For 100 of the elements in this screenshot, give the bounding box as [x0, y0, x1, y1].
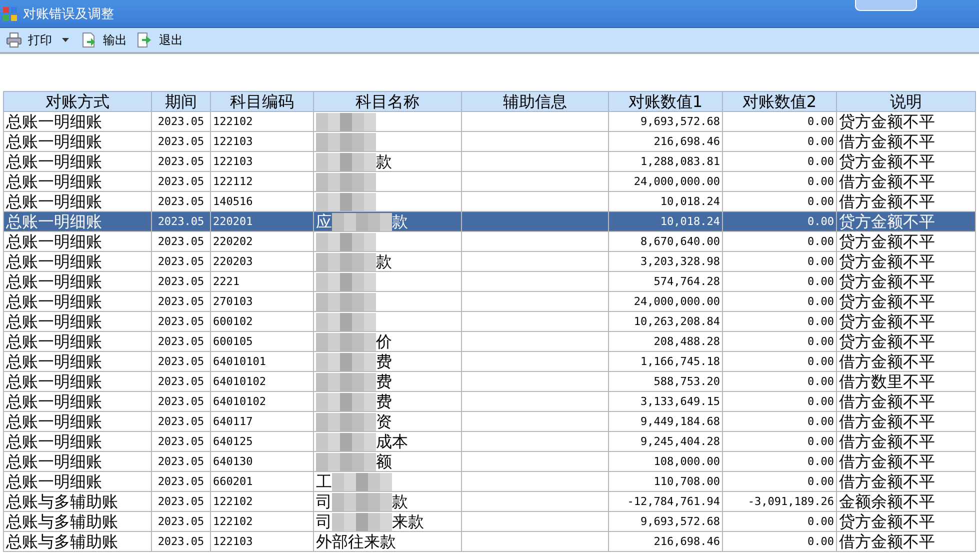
table-cell: 贷方金额不平	[836, 112, 976, 132]
cell-text: 应	[316, 212, 332, 230]
app-grid-icon	[2, 6, 18, 22]
table-row[interactable]: 总账一明细账 2023.05 2221 574,764.28 0.00 贷方金额不平	[4, 272, 976, 292]
table-cell: 122102	[210, 512, 314, 532]
table-cell: 3,133,649.15	[608, 392, 722, 412]
table-cell: 金额余额不平	[836, 492, 976, 512]
table-cell: 216,698.46	[608, 132, 722, 152]
table-cell: 0.00	[722, 392, 836, 412]
table-cell: -12,784,761.94	[608, 492, 722, 512]
table-cell: 2023.05	[152, 412, 210, 432]
mosaic-blur	[332, 472, 392, 490]
cell-text: 来款	[392, 512, 424, 530]
table-cell: 2023.05	[152, 232, 210, 252]
table-row[interactable]: 总账一明细账 2023.05 122103 216,698.46 0.00 借方金额不平	[4, 132, 976, 152]
mosaic-blur	[316, 252, 376, 270]
table-cell: 贷方金额不平	[836, 232, 976, 252]
column-header[interactable]: 科目编码	[210, 92, 314, 112]
table-row[interactable]: 总账一明细账 2023.05 600102 10,263,208.84 0.00 贷方金额不平	[4, 312, 976, 332]
table-cell: 2023.05	[152, 252, 210, 272]
table-cell: 640125	[210, 432, 314, 452]
table-cell: 2023.05	[152, 472, 210, 492]
table-cell: 2023.05	[152, 372, 210, 392]
table-cell: 1,288,083.81	[608, 152, 722, 172]
table-cell: 9,245,404.28	[608, 432, 722, 452]
table-row[interactable]: 总账与多辅助账 2023.05 122102 司 款 -12,784,761.94 -3,091,189.26 金额余额不平	[4, 492, 976, 512]
table-cell: 贷方金额不平	[836, 152, 976, 172]
table-row[interactable]: 总账一明细账 2023.05 64010101 费 1,166,745.18 0.00 借方金额不平	[4, 352, 976, 372]
table-cell: 贷方金额不平	[836, 512, 976, 532]
table-cell: 3,203,328.98	[608, 252, 722, 272]
export-button[interactable]: 输出	[77, 32, 131, 48]
mosaic-blur	[332, 492, 392, 510]
table-cell: 0.00	[722, 232, 836, 252]
table-row[interactable]: 总账一明细账 2023.05 660201 工 110,708.00 0.00 借方金额不平	[4, 472, 976, 492]
table-cell: 64010102	[210, 392, 314, 412]
table-row[interactable]: 总账与多辅助账 2023.05 122103 外部往来款 216,698.46 0.00 借方金额不平	[4, 532, 976, 552]
table-cell: 总账一明细账	[4, 132, 152, 152]
table-row[interactable]: 总账一明细账 2023.05 640117 资 9,449,184.68 0.00 借方金额不平	[4, 412, 976, 432]
window-grip-handle[interactable]	[855, 0, 917, 11]
table-cell: 122103	[210, 132, 314, 152]
column-header[interactable]: 科目名称	[314, 92, 462, 112]
cell-text: 款	[392, 492, 408, 510]
table-row[interactable]: 总账一明细账 2023.05 122112 24,000,000.00 0.00 借方金额不平	[4, 172, 976, 192]
table-row[interactable]: 总账一明细账 2023.05 220203 款 3,203,328.98 0.00 贷方金额不平	[4, 252, 976, 272]
table-row[interactable]: 总账一明细账 2023.05 122103 款 1,288,083.81 0.00 贷方金额不平	[4, 152, 976, 172]
table-cell: 2023.05	[152, 532, 210, 552]
table-cell: 216,698.46	[608, 532, 722, 552]
table-cell: 660201	[210, 472, 314, 492]
table-cell: 总账一明细账	[4, 212, 152, 232]
table-cell: 总账一明细账	[4, 472, 152, 492]
cell-text: 费	[376, 392, 392, 410]
column-header[interactable]: 对账数值2	[722, 92, 836, 112]
table-cell: 总账一明细账	[4, 432, 152, 452]
table-row[interactable]: 总账一明细账 2023.05 64010102 费 3,133,649.15 0.00 借方金额不平	[4, 392, 976, 412]
table-cell: 0.00	[722, 372, 836, 392]
cell-text: 资	[376, 412, 392, 430]
window-title: 对账错误及调整	[23, 6, 114, 22]
column-header[interactable]: 对账数值1	[608, 92, 722, 112]
exit-button[interactable]: 退出	[133, 32, 187, 48]
column-header[interactable]: 说明	[836, 92, 976, 112]
cell-text: 款	[376, 152, 392, 170]
table-cell: 600102	[210, 312, 314, 332]
table-cell: 24,000,000.00	[608, 172, 722, 192]
table-cell: 2023.05	[152, 172, 210, 192]
table-cell: 借方金额不平	[836, 452, 976, 472]
table-cell: 2023.05	[152, 312, 210, 332]
column-header[interactable]: 对账方式	[4, 92, 152, 112]
table-cell: 0.00	[722, 472, 836, 492]
table-row[interactable]: 总账一明细账 2023.05 64010102 费 588,753.20 0.00 借方数里不平	[4, 372, 976, 392]
table-cell: 贷方金额不平	[836, 332, 976, 352]
table-cell: 总账一明细账	[4, 392, 152, 412]
table-cell: 0.00	[722, 212, 836, 232]
table-cell: 1,166,745.18	[608, 352, 722, 372]
table-cell: 0.00	[722, 132, 836, 152]
table-cell: 122103	[210, 532, 314, 552]
mosaic-blur	[316, 292, 376, 310]
table-cell: 0.00	[722, 112, 836, 132]
cell-text: 司	[316, 512, 332, 530]
mosaic-blur	[316, 392, 376, 410]
mosaic-blur	[316, 372, 376, 390]
table-cell: 总账一明细账	[4, 112, 152, 132]
table-cell: 220203	[210, 252, 314, 272]
table-row[interactable]: 总账一明细账 2023.05 220201 应 款 10,018.24 0.00 贷方金额不平	[4, 212, 976, 232]
column-header[interactable]: 辅助信息	[462, 92, 608, 112]
table-row[interactable]: 总账与多辅助账 2023.05 122102 司 来款 9,693,572.68 0.00 贷方金额不平	[4, 512, 976, 532]
table-row[interactable]: 总账一明细账 2023.05 220202 8,670,640.00 0.00 贷方金额不平	[4, 232, 976, 252]
table-row[interactable]: 总账一明细账 2023.05 600105 价 208,488.28 0.00 贷方金额不平	[4, 332, 976, 352]
table-row[interactable]: 总账一明细账 2023.05 640125 成本 9,245,404.28 0.00 借方金额不平	[4, 432, 976, 452]
table-cell: 总账与多辅助账	[4, 512, 152, 532]
cell-text: 成本	[376, 432, 408, 450]
table-row[interactable]: 总账一明细账 2023.05 122102 9,693,572.68 0.00 贷方金额不平	[4, 112, 976, 132]
column-header[interactable]: 期间	[152, 92, 210, 112]
table-cell: 总账一明细账	[4, 152, 152, 172]
table-row[interactable]: 总账一明细账 2023.05 640130 额 108,000.00 0.00 借方金额不平	[4, 452, 976, 472]
table-cell: 8,670,640.00	[608, 232, 722, 252]
print-button[interactable]: 打印	[2, 32, 75, 48]
cell-text: 款	[392, 212, 408, 230]
table-row[interactable]: 总账一明细账 2023.05 270103 24,000,000.00 0.00 贷方金额不平	[4, 292, 976, 312]
document-arrow-icon	[137, 32, 153, 48]
table-cell: 220202	[210, 232, 314, 252]
